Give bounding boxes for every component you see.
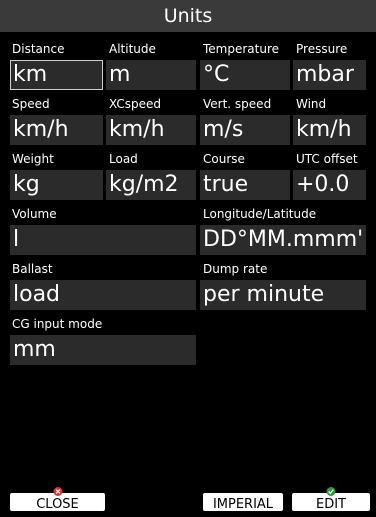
volume-label: Volume [12,207,57,221]
dump-rate-label: Dump rate [203,262,268,276]
imperial-button[interactable]: IMPERIAL [203,493,283,512]
ballast-field[interactable]: load [10,280,196,310]
cg-input-mode-field[interactable]: mm [10,335,196,365]
dump-rate-field[interactable]: per minute [200,280,366,310]
weight-field[interactable]: kg [10,170,103,200]
utc-offset-field[interactable]: +0.0 [293,170,366,200]
load-label: Load [109,152,138,166]
ballast-label: Ballast [12,262,53,276]
close-button[interactable]: CLOSE [10,487,105,512]
altitude-field[interactable]: m [106,60,196,90]
xcspeed-label: XCspeed [109,97,161,111]
edit-button[interactable]: EDIT [292,487,370,512]
pressure-label: Pressure [296,42,348,56]
speed-field[interactable]: km/h [10,115,103,145]
speed-label: Speed [12,97,50,111]
imperial-button-label: IMPERIAL [212,497,274,512]
wind-field[interactable]: km/h [293,115,366,145]
distance-field[interactable]: km [10,60,103,90]
course-label: Course [203,152,245,166]
distance-label: Distance [12,42,65,56]
pressure-field[interactable]: mbar [293,60,366,90]
red-x-icon [53,487,62,496]
vert-speed-label: Vert. speed [203,97,272,111]
vert-speed-field[interactable]: m/s [200,115,290,145]
utc-offset-label: UTC offset [296,152,358,166]
xcspeed-field[interactable]: km/h [106,115,196,145]
temperature-label: Temperature [203,42,280,56]
wind-label: Wind [296,97,327,111]
temperature-field[interactable]: °C [200,60,290,90]
volume-field[interactable]: l [10,225,196,255]
cg-input-mode-label: CG input mode [12,317,103,331]
altitude-label: Altitude [109,42,156,56]
close-button-label: CLOSE [36,497,79,512]
course-field[interactable]: true [200,170,290,200]
lon-lat-field[interactable]: DD°MM.mmm' [200,225,366,255]
page-title: Units [0,0,376,32]
weight-label: Weight [12,152,54,166]
green-check-icon [326,487,336,496]
lon-lat-label: Longitude/Latitude [203,207,317,221]
edit-button-label: EDIT [316,497,346,512]
load-field[interactable]: kg/m2 [106,170,196,200]
